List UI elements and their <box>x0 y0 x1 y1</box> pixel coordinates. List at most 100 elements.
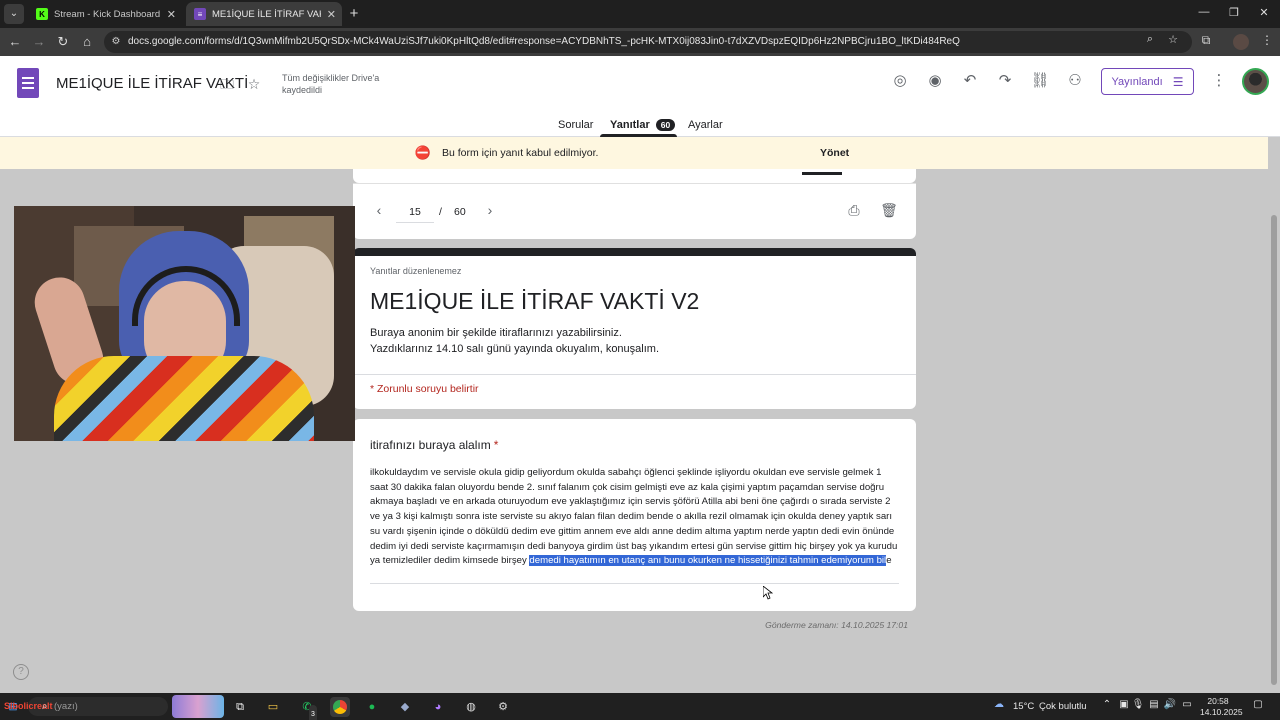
palette-icon[interactable]: ◎ <box>889 70 911 92</box>
print-icon[interactable]: ⎙ <box>845 201 863 219</box>
kick-icon: K <box>36 8 48 20</box>
delete-icon[interactable]: 🗑 <box>880 201 898 219</box>
description-line: Buraya anonim bir şekilde itiraflarınızı… <box>370 327 622 339</box>
minimize-icon[interactable]: — <box>1196 6 1212 18</box>
reload-icon[interactable]: ↻ <box>54 33 72 51</box>
weather-desc[interactable]: Çok bulutlu <box>1039 701 1087 712</box>
search-highlight-image[interactable] <box>172 695 224 718</box>
published-button[interactable]: Yayınlandı ☰ <box>1101 68 1194 95</box>
back-icon[interactable]: ← <box>6 33 24 51</box>
taskbar-clock[interactable]: 20:58 14.10.2025 <box>1200 696 1243 718</box>
forward-icon[interactable]: → <box>30 33 48 51</box>
tab-title: ME1İQUE İLE İTİRAF VAKTİ - Go <box>212 8 321 20</box>
google-forms-logo[interactable] <box>17 68 39 98</box>
home-icon[interactable]: ⌂ <box>78 33 96 51</box>
answer-text-tail: e <box>886 555 892 567</box>
answer-underline <box>370 583 899 584</box>
whatsapp-icon[interactable]: ✆ 3 <box>297 697 317 720</box>
network-icon[interactable]: ▤ <box>1147 699 1161 710</box>
undo-icon[interactable]: ↶ <box>959 70 981 92</box>
mouse-cursor-icon <box>763 586 773 600</box>
clock-time: 20:58 <box>1207 696 1229 706</box>
discord-icon[interactable]: ◕ <box>428 697 448 717</box>
question-text: itirafınızı buraya alalım <box>370 438 491 452</box>
tab-title: Stream - Kick Dashboard <box>54 8 161 20</box>
address-bar[interactable]: ⚙ docs.google.com/forms/d/1Q3wnMifmb2U5Q… <box>104 31 1192 53</box>
summary-tabs-card <box>353 169 916 183</box>
tab-questions[interactable]: Sorular <box>558 114 593 136</box>
weather-cloud-icon[interactable]: ☁ <box>992 699 1006 710</box>
file-explorer-icon[interactable]: ▭ <box>263 697 283 717</box>
banner-text: Bu form için yanıt kabul edilmiyor. <box>442 147 599 159</box>
preview-eye-icon[interactable]: ◉ <box>924 70 946 92</box>
browser-menu-icon[interactable]: ⋮ <box>1258 33 1276 47</box>
obs-icon[interactable]: ◍ <box>461 697 481 717</box>
windows-taskbar: ⊞ Slbolicrealt ⌕ (yazı) ⧉ ▭ ✆ 3 ● ◆ ◕ ◍ ⚙… <box>0 693 1280 720</box>
tab-search-button[interactable]: ⌄ <box>4 4 24 24</box>
star-icon[interactable]: ☆ <box>244 74 264 94</box>
responses-off-icon: ⛔ <box>414 145 432 160</box>
readonly-note: Yanıtlar düzenlenemez <box>370 266 462 276</box>
previous-response-icon[interactable]: ‹ <box>371 202 387 218</box>
close-tab-icon[interactable]: ✕ <box>167 8 176 21</box>
restore-icon[interactable]: ❐ <box>1226 6 1242 19</box>
close-window-icon[interactable]: ✕ <box>1256 6 1272 19</box>
tab-questions-label: Sorular <box>558 119 594 131</box>
scrollbar-thumb[interactable] <box>1271 215 1277 685</box>
page-scrollbar[interactable] <box>1268 137 1280 693</box>
answer-text[interactable]: ilkokuldaydım ve servisle okula gidip ge… <box>370 466 900 569</box>
browser-tab-kick[interactable]: K Stream - Kick Dashboard ✕ <box>28 2 182 26</box>
zoom-icon[interactable]: ⌕ <box>1143 33 1157 46</box>
save-status: Tüm değişiklikler Drive'a kaydedildi <box>282 73 380 95</box>
account-avatar[interactable] <box>1242 68 1269 95</box>
new-tab-button[interactable]: + <box>346 5 362 22</box>
app-icon[interactable]: ◆ <box>395 697 415 717</box>
more-options-icon[interactable]: ⋮ <box>1210 70 1228 92</box>
taskbar-search[interactable]: Slbolicrealt ⌕ (yazı) <box>4 697 168 716</box>
tune-icon: ☰ <box>1172 74 1184 89</box>
current-response-input[interactable]: 15 <box>396 206 434 223</box>
folder-icon[interactable]: 🗀 <box>217 74 237 94</box>
google-forms-icon: ≡ <box>194 8 206 20</box>
tray-chevron-icon[interactable]: ⌃ <box>1100 699 1114 710</box>
chrome-icon[interactable] <box>330 697 350 717</box>
forms-header: ME1İQUE İLE İTİRAF VAKTİ 🗀 ☆ Tüm değişik… <box>0 56 1280 137</box>
battery-icon[interactable]: ▭ <box>1180 699 1194 710</box>
browser-tab-strip: ⌄ K Stream - Kick Dashboard ✕ ≡ ME1İQUE … <box>0 0 1280 28</box>
tab-responses[interactable]: Yanıtlar 60 <box>610 114 676 136</box>
url-text: docs.google.com/forms/d/1Q3wnMifmb2U5QrS… <box>128 36 960 47</box>
description-line: Yazdıklarınız 14.10 salı günü yayında ok… <box>370 343 660 355</box>
add-collaborator-icon[interactable]: ⚇ <box>1064 70 1086 92</box>
volume-icon[interactable]: 🔊 <box>1163 699 1177 710</box>
webcam-overlay <box>14 206 355 441</box>
extensions-icon[interactable]: ⧉ <box>1197 33 1215 48</box>
help-icon[interactable]: ? <box>13 664 29 680</box>
not-accepting-banner: ⛔ Bu form için yanıt kabul edilmiyor. Yö… <box>0 137 1268 169</box>
search-icon: ⌕ <box>42 701 48 712</box>
redo-icon[interactable]: ↷ <box>994 70 1016 92</box>
spotify-icon[interactable]: ● <box>362 697 382 717</box>
weather-temp[interactable]: 15°C <box>1013 701 1034 712</box>
whatsapp-badge: 3 <box>309 705 317 720</box>
microphone-icon[interactable]: 🎙 <box>1131 699 1145 710</box>
required-mark: * <box>493 438 499 452</box>
form-info-card: Yanıtlar düzenlenemez ME1İQUE İLE İTİRAF… <box>353 248 916 409</box>
tray-app-icon[interactable]: ▣ <box>1117 699 1131 710</box>
manage-button[interactable]: Yönet <box>820 147 849 159</box>
form-heading: ME1İQUE İLE İTİRAF VAKTİ V2 <box>370 288 700 314</box>
submission-timestamp: Gönderme zamanı: 14.10.2025 17:01 <box>765 620 908 630</box>
browser-profile-avatar[interactable] <box>1233 34 1249 50</box>
published-label: Yayınlandı <box>1111 75 1163 88</box>
settings-gear-icon[interactable]: ⚙ <box>493 697 513 717</box>
tab-settings[interactable]: Ayarlar <box>688 114 723 136</box>
link-icon[interactable]: ⛓ <box>1029 70 1051 92</box>
answer-card: itirafınızı buraya alalım * ilkokuldaydım… <box>353 419 916 611</box>
site-info-icon[interactable]: ⚙ <box>110 36 122 48</box>
close-tab-icon[interactable]: ✕ <box>327 8 336 21</box>
task-view-icon[interactable]: ⧉ <box>230 697 250 717</box>
bookmark-star-icon[interactable]: ☆ <box>1166 33 1180 46</box>
notifications-icon[interactable]: ▢ <box>1251 699 1265 710</box>
next-response-icon[interactable]: › <box>482 202 498 218</box>
browser-tab-forms[interactable]: ≡ ME1İQUE İLE İTİRAF VAKTİ - Go ✕ <box>186 2 342 26</box>
clock-date: 14.10.2025 <box>1200 707 1243 717</box>
